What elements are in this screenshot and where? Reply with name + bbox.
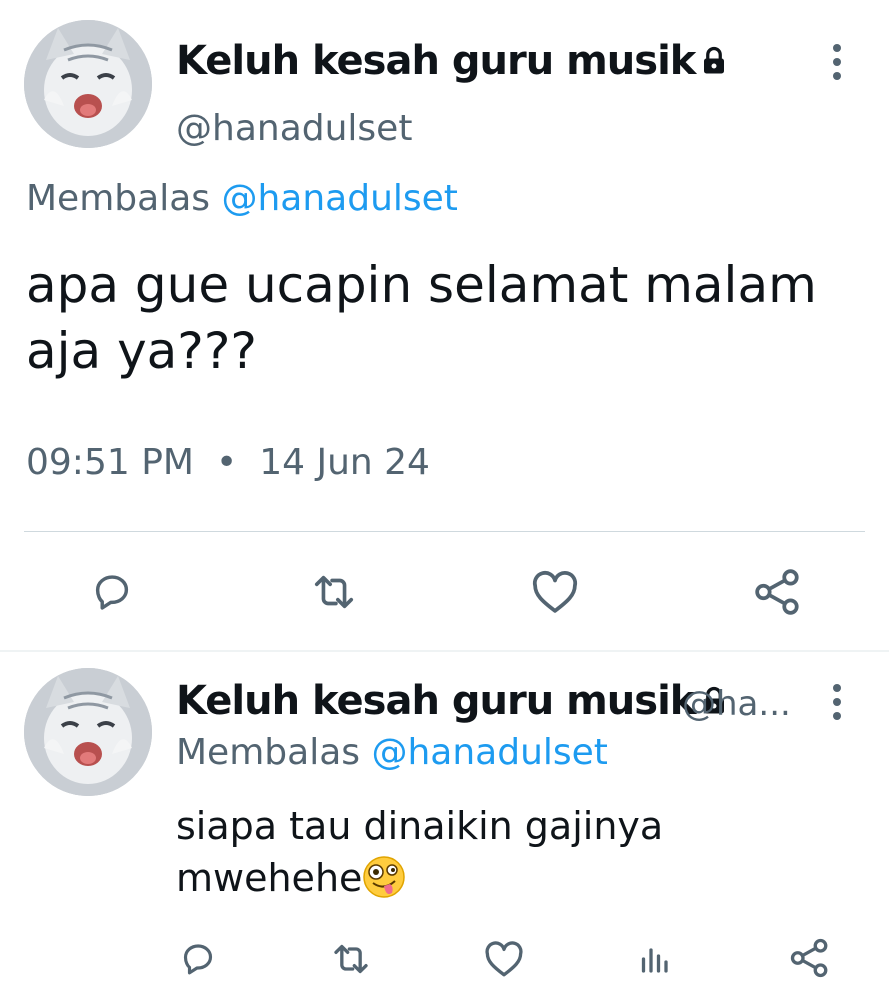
author-name[interactable]: Keluh kesah guru musik: [176, 38, 729, 86]
retweet-icon[interactable]: [306, 568, 362, 616]
tweet-text: apa gue ucapin selamat malam aja ya???: [26, 252, 817, 384]
reply-author-avatar[interactable]: [24, 668, 152, 796]
tweet-time: 09:51 PM: [26, 442, 194, 483]
zany-face-emoji: [362, 855, 406, 912]
reply-text-word: mwehehe: [176, 856, 363, 900]
meta-separator: •: [215, 442, 238, 483]
more-options-icon[interactable]: [825, 42, 849, 82]
reply-replying-to: Membalas @hanadulset: [176, 732, 608, 773]
tweet-date: 14 Jun 24: [259, 442, 430, 483]
retweet-icon[interactable]: [326, 938, 376, 980]
replying-prefix: Membalas: [26, 178, 211, 219]
tweet-separator: [0, 650, 889, 652]
divider: [24, 531, 865, 532]
lock-icon: [699, 40, 729, 86]
replying-mention-link[interactable]: @hanadulset: [371, 732, 607, 773]
tweet-text-line: apa gue ucapin selamat malam: [26, 256, 817, 314]
replying-mention-link[interactable]: @hanadulset: [221, 178, 457, 219]
replying-to: Membalas @hanadulset: [26, 178, 458, 219]
reply-text-line: siapa tau dinaikin gajinya: [176, 804, 664, 848]
reply-tweet-text: siapa tau dinaikin gajinya mwehehe: [176, 800, 663, 912]
author-avatar[interactable]: [24, 20, 152, 148]
author-handle[interactable]: @hanadulset: [176, 108, 412, 149]
reply-icon[interactable]: [176, 938, 220, 980]
share-icon[interactable]: [788, 936, 832, 980]
like-icon[interactable]: [482, 938, 526, 980]
reply-text-line-2: mwehehe: [176, 852, 663, 912]
views-icon[interactable]: [634, 938, 674, 980]
tweet-text-line: aja ya???: [26, 322, 257, 380]
like-icon[interactable]: [528, 568, 582, 616]
share-icon[interactable]: [752, 566, 804, 618]
tweet-timestamp[interactable]: 09:51 PM • 14 Jun 24: [26, 442, 430, 483]
cat-avatar-image: [24, 668, 152, 796]
replying-prefix: Membalas: [176, 732, 361, 773]
reply-author-handle[interactable]: @ha...: [682, 684, 791, 724]
cat-avatar-image: [24, 20, 152, 148]
reply-icon[interactable]: [88, 568, 136, 616]
reply-author-name[interactable]: Keluh kesah guru musik: [176, 678, 729, 726]
reply-author-name-text: Keluh kesah guru musik: [176, 678, 696, 724]
more-options-icon[interactable]: [825, 682, 849, 722]
author-name-text: Keluh kesah guru musik: [176, 38, 696, 84]
